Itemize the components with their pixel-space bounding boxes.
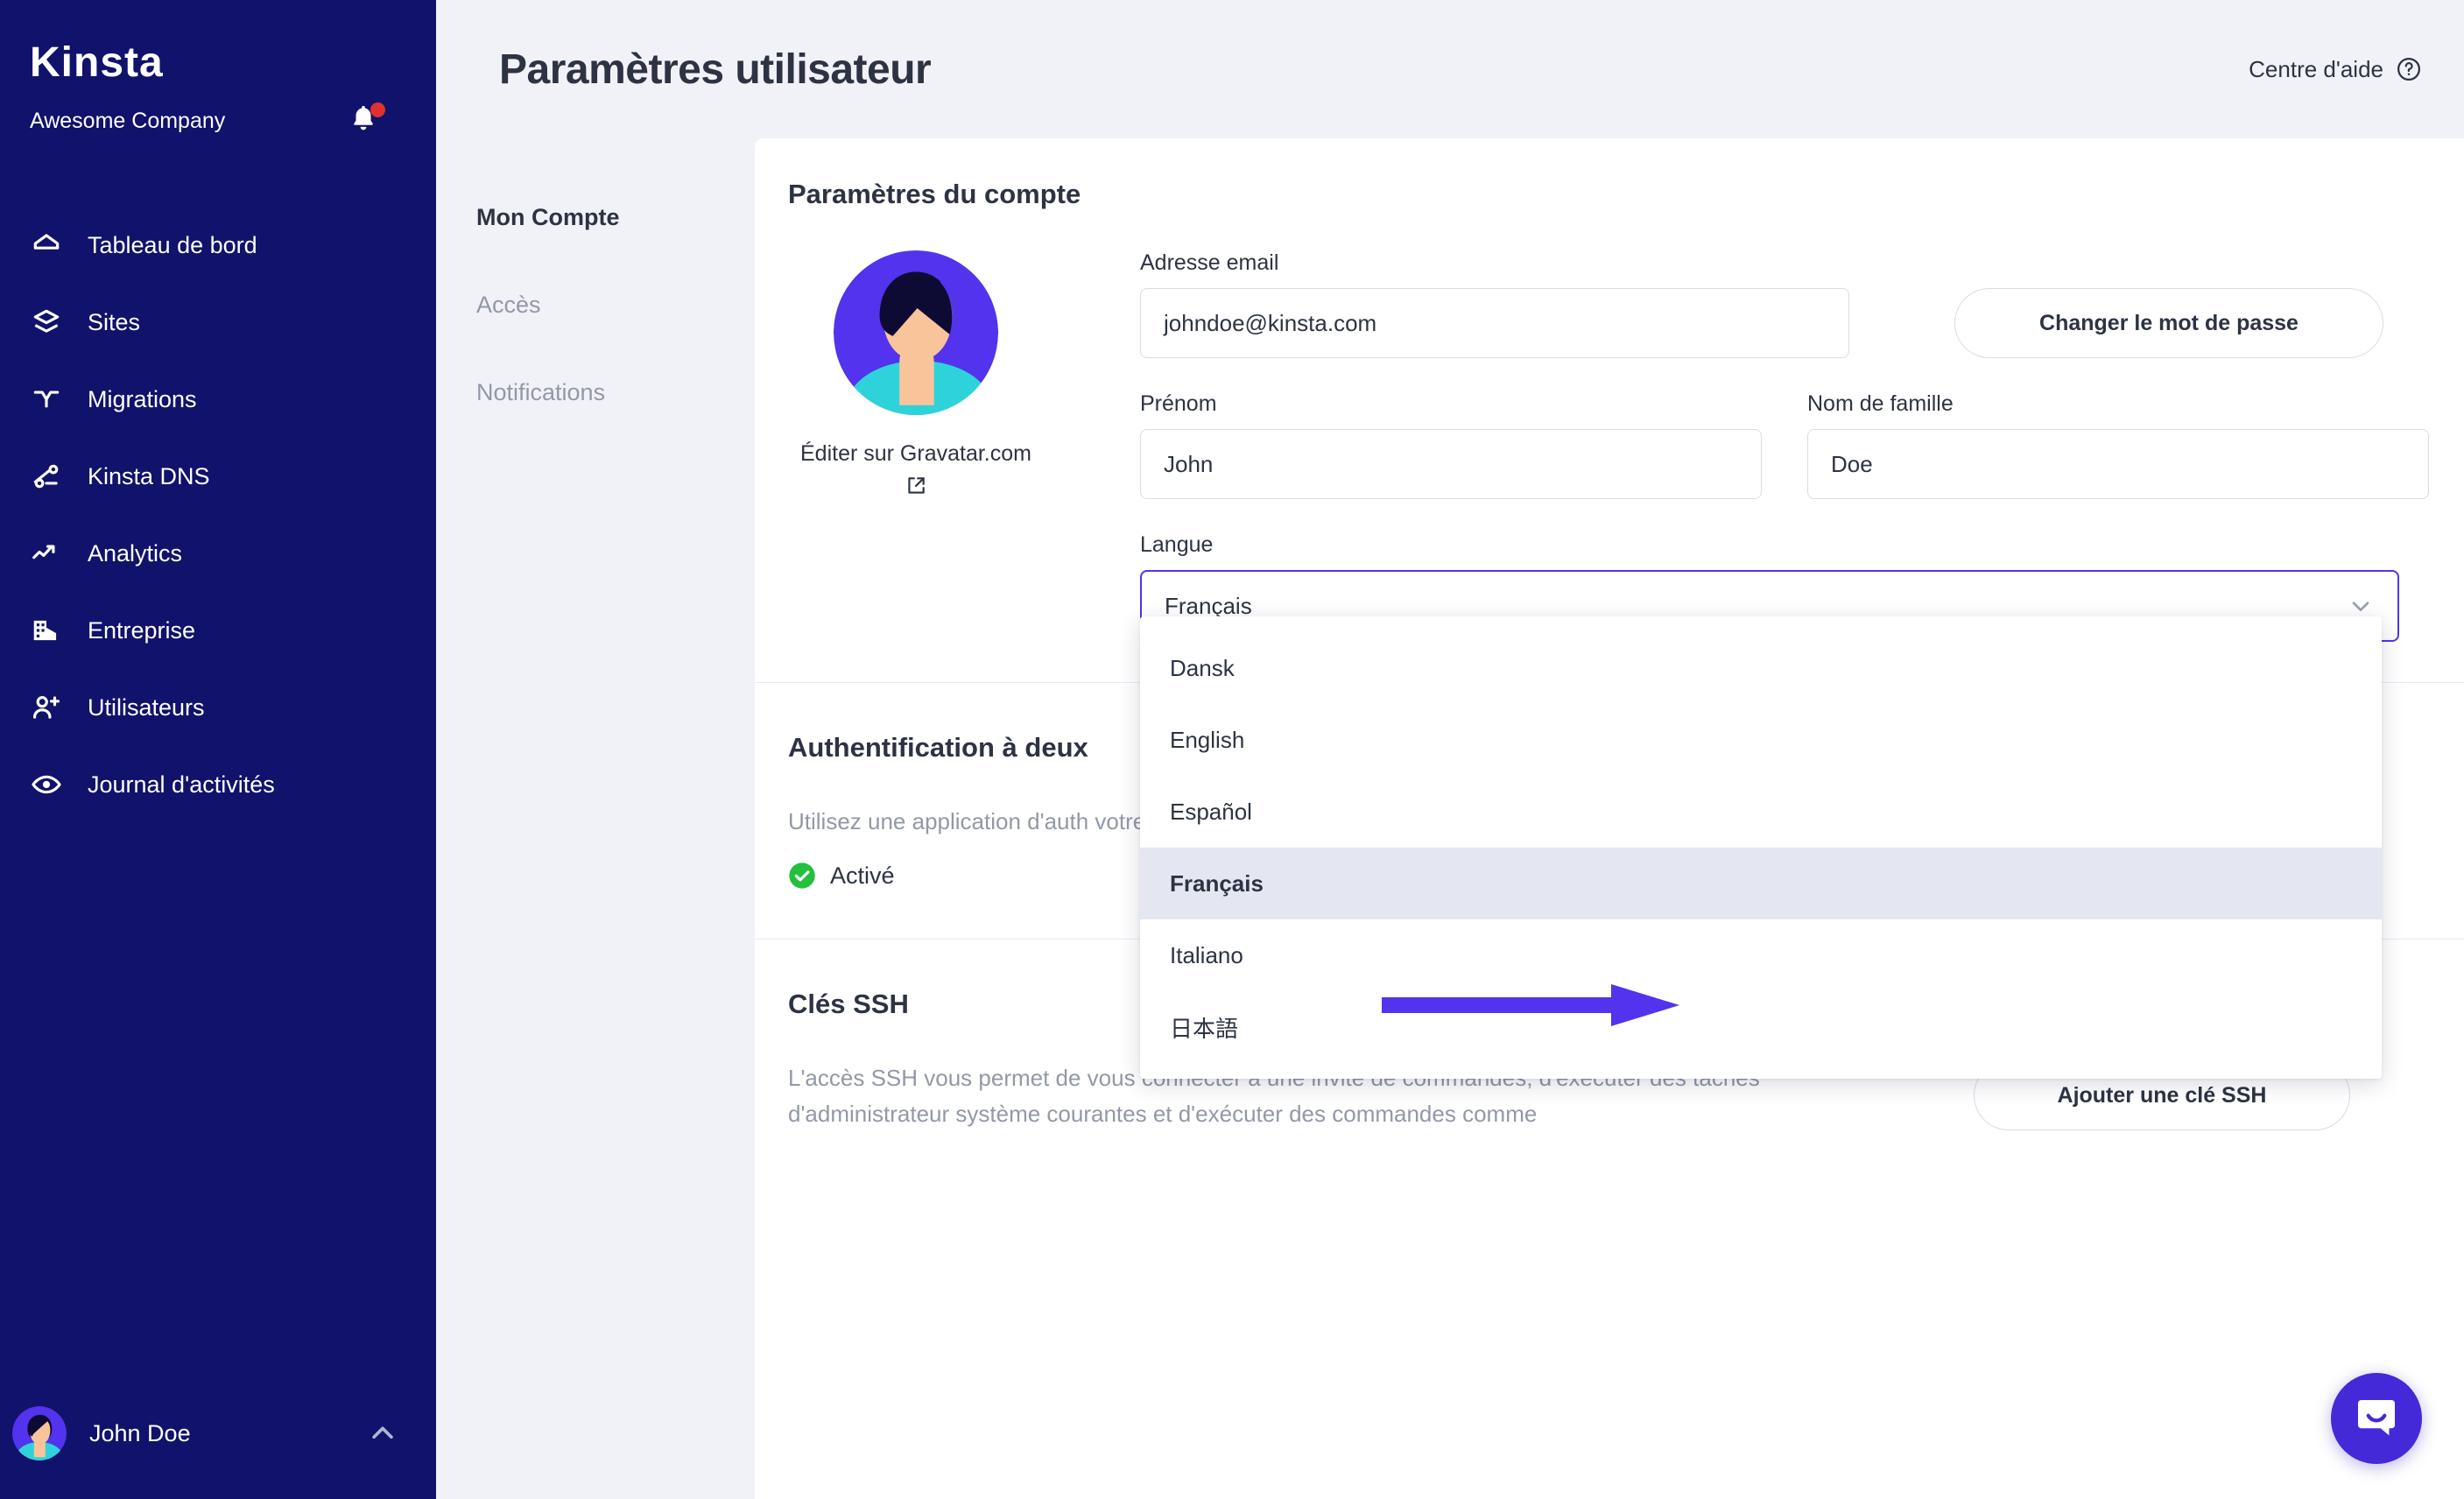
- status-badge: Activé: [830, 862, 895, 889]
- firstname-field[interactable]: John: [1140, 429, 1762, 499]
- language-label: Langue: [1140, 532, 1214, 557]
- eye-icon: [30, 768, 63, 801]
- email-field[interactable]: johndoe@kinsta.com: [1140, 288, 1849, 358]
- sidebar-item-label: Analytics: [88, 539, 183, 567]
- check-circle-icon: [788, 862, 816, 890]
- subnav-item-label: Mon Compte: [476, 203, 620, 230]
- dns-nodes-icon: [30, 460, 63, 493]
- language-option-label: Español: [1170, 798, 1252, 825]
- gravatar-link-label: Éditer sur Gravatar.com: [800, 441, 1031, 466]
- notifications-button[interactable]: [348, 102, 385, 138]
- building-icon: [30, 614, 63, 647]
- help-center-label: Centre d'aide: [2249, 55, 2383, 82]
- sidebar-item-analytics[interactable]: Analytics: [0, 515, 436, 592]
- language-selected-value: Français: [1165, 592, 1252, 619]
- language-option-francais[interactable]: Français: [1140, 848, 2382, 919]
- language-dropdown[interactable]: Dansk English Español Français Italiano …: [1140, 616, 2382, 1079]
- home-icon: [30, 229, 63, 262]
- company-row: Awesome Company: [0, 84, 436, 138]
- language-option-italiano[interactable]: Italiano: [1140, 919, 2382, 991]
- language-option-label: English: [1170, 726, 1245, 753]
- firstname-label: Prénom: [1140, 391, 1217, 416]
- sidebar-item-label: Kinsta DNS: [88, 462, 210, 489]
- change-password-button[interactable]: Changer le mot de passe: [1954, 288, 2383, 358]
- subnav-item-notifications[interactable]: Notifications: [436, 368, 755, 417]
- sidebar-item-label: Migrations: [88, 385, 197, 412]
- account-row: Éditer sur Gravatar.com Adresse email jo…: [755, 250, 2464, 1079]
- names-row: Prénom John Nom de famille Doe: [1140, 391, 2429, 499]
- sidebar-item-utilisateurs[interactable]: Utilisateurs: [0, 669, 436, 746]
- sidebar-item-label: Journal d'activités: [88, 771, 275, 798]
- settings-subnav: Mon Compte Accès Notifications: [436, 138, 755, 455]
- main-content: Paramètres utilisateur Centre d'aide Mon…: [436, 0, 2464, 1499]
- brand-row: Kinsta: [0, 0, 436, 84]
- merge-icon: [30, 383, 63, 416]
- sidebar-item-migrations[interactable]: Migrations: [0, 361, 436, 438]
- subnav-item-label: Accès: [476, 291, 541, 318]
- sidebar-item-label: Sites: [88, 308, 141, 335]
- sidebar-item-label: Entreprise: [88, 616, 196, 644]
- sidebar-item-label: Utilisateurs: [88, 693, 205, 721]
- avatar-column: Éditer sur Gravatar.com: [788, 250, 1044, 642]
- language-option-label: Français: [1170, 869, 1264, 897]
- company-name: Awesome Company: [30, 108, 226, 133]
- email-group: Adresse email johndoe@kinsta.com: [1140, 250, 1849, 358]
- account-fields: Adresse email johndoe@kinsta.com Changer…: [1044, 250, 2464, 1079]
- firstname-value: John: [1164, 450, 1214, 477]
- avatar: [12, 1406, 67, 1460]
- lastname-group: Nom de famille Doe: [1807, 391, 2429, 499]
- topbar: Paramètres utilisateur Centre d'aide: [436, 0, 2464, 138]
- kinsta-logo[interactable]: Kinsta: [30, 42, 436, 84]
- language-group: Langue Français Dansk English Español Fr…: [1140, 532, 2399, 1079]
- gravatar-edit-link[interactable]: Éditer sur Gravatar.com: [800, 438, 1031, 497]
- add-ssh-key-label: Ajouter une clé SSH: [2057, 1082, 2267, 1108]
- help-center-link[interactable]: Centre d'aide: [2249, 56, 2422, 83]
- subnav-item-acces[interactable]: Accès: [436, 280, 755, 329]
- sidebar-user-menu[interactable]: John Doe: [0, 1406, 436, 1460]
- question-circle-icon: [2396, 56, 2422, 82]
- sidebar: Kinsta Awesome Company Tableau de bord S…: [0, 0, 436, 1499]
- app-root: Kinsta Awesome Company Tableau de bord S…: [0, 0, 2464, 1499]
- language-option-label: Italiano: [1170, 941, 1243, 968]
- firstname-group: Prénom John: [1140, 391, 1762, 499]
- lastname-label: Nom de famille: [1807, 391, 1954, 416]
- external-link-icon: [905, 475, 927, 497]
- language-option-japanese[interactable]: 日本語: [1140, 991, 2382, 1063]
- sidebar-item-journal-activites[interactable]: Journal d'activités: [0, 746, 436, 823]
- change-password-label: Changer le mot de passe: [2039, 310, 2299, 335]
- user-plus-icon: [30, 691, 63, 724]
- language-option-english[interactable]: English: [1140, 704, 2382, 776]
- language-option-label: 日本語: [1170, 1015, 1239, 1042]
- email-label: Adresse email: [1140, 250, 1279, 275]
- layers-icon: [30, 306, 63, 339]
- language-option-espanol[interactable]: Español: [1140, 776, 2382, 848]
- notification-badge-dot: [370, 102, 385, 117]
- account-settings-section: Paramètres du compte Éditer sur Gravatar…: [755, 138, 2464, 1079]
- sidebar-item-entreprise[interactable]: Entreprise: [0, 592, 436, 669]
- email-row: Adresse email johndoe@kinsta.com Changer…: [1140, 250, 2429, 358]
- sidebar-user-name: John Doe: [89, 1419, 191, 1446]
- sidebar-item-kinsta-dns[interactable]: Kinsta DNS: [0, 438, 436, 515]
- subnav-item-mon-compte[interactable]: Mon Compte: [436, 193, 755, 242]
- trending-up-icon: [30, 537, 63, 570]
- page-title: Paramètres utilisateur: [499, 46, 932, 93]
- lastname-field[interactable]: Doe: [1807, 429, 2429, 499]
- sidebar-nav: Tableau de bord Sites Migrations Kinsta …: [0, 207, 436, 823]
- language-option-dansk[interactable]: Dansk: [1140, 632, 2382, 704]
- intercom-chat-button[interactable]: [2331, 1373, 2422, 1464]
- lastname-value: Doe: [1831, 450, 1873, 477]
- chevron-up-icon[interactable]: [368, 1418, 398, 1448]
- sidebar-item-sites[interactable]: Sites: [0, 284, 436, 361]
- sidebar-item-label: Tableau de bord: [88, 231, 257, 258]
- avatar: [834, 250, 998, 415]
- language-option-label: Dansk: [1170, 654, 1235, 681]
- section-title-account: Paramètres du compte: [788, 179, 1081, 209]
- email-value: johndoe@kinsta.com: [1164, 309, 1377, 336]
- subnav-item-label: Notifications: [476, 378, 606, 405]
- chat-bubble-icon: [2352, 1394, 2401, 1443]
- sidebar-item-tableau-de-bord[interactable]: Tableau de bord: [0, 207, 436, 284]
- change-password-wrap: Changer le mot de passe: [1954, 288, 2383, 358]
- settings-card: Paramètres du compte Éditer sur Gravatar…: [755, 138, 2464, 1499]
